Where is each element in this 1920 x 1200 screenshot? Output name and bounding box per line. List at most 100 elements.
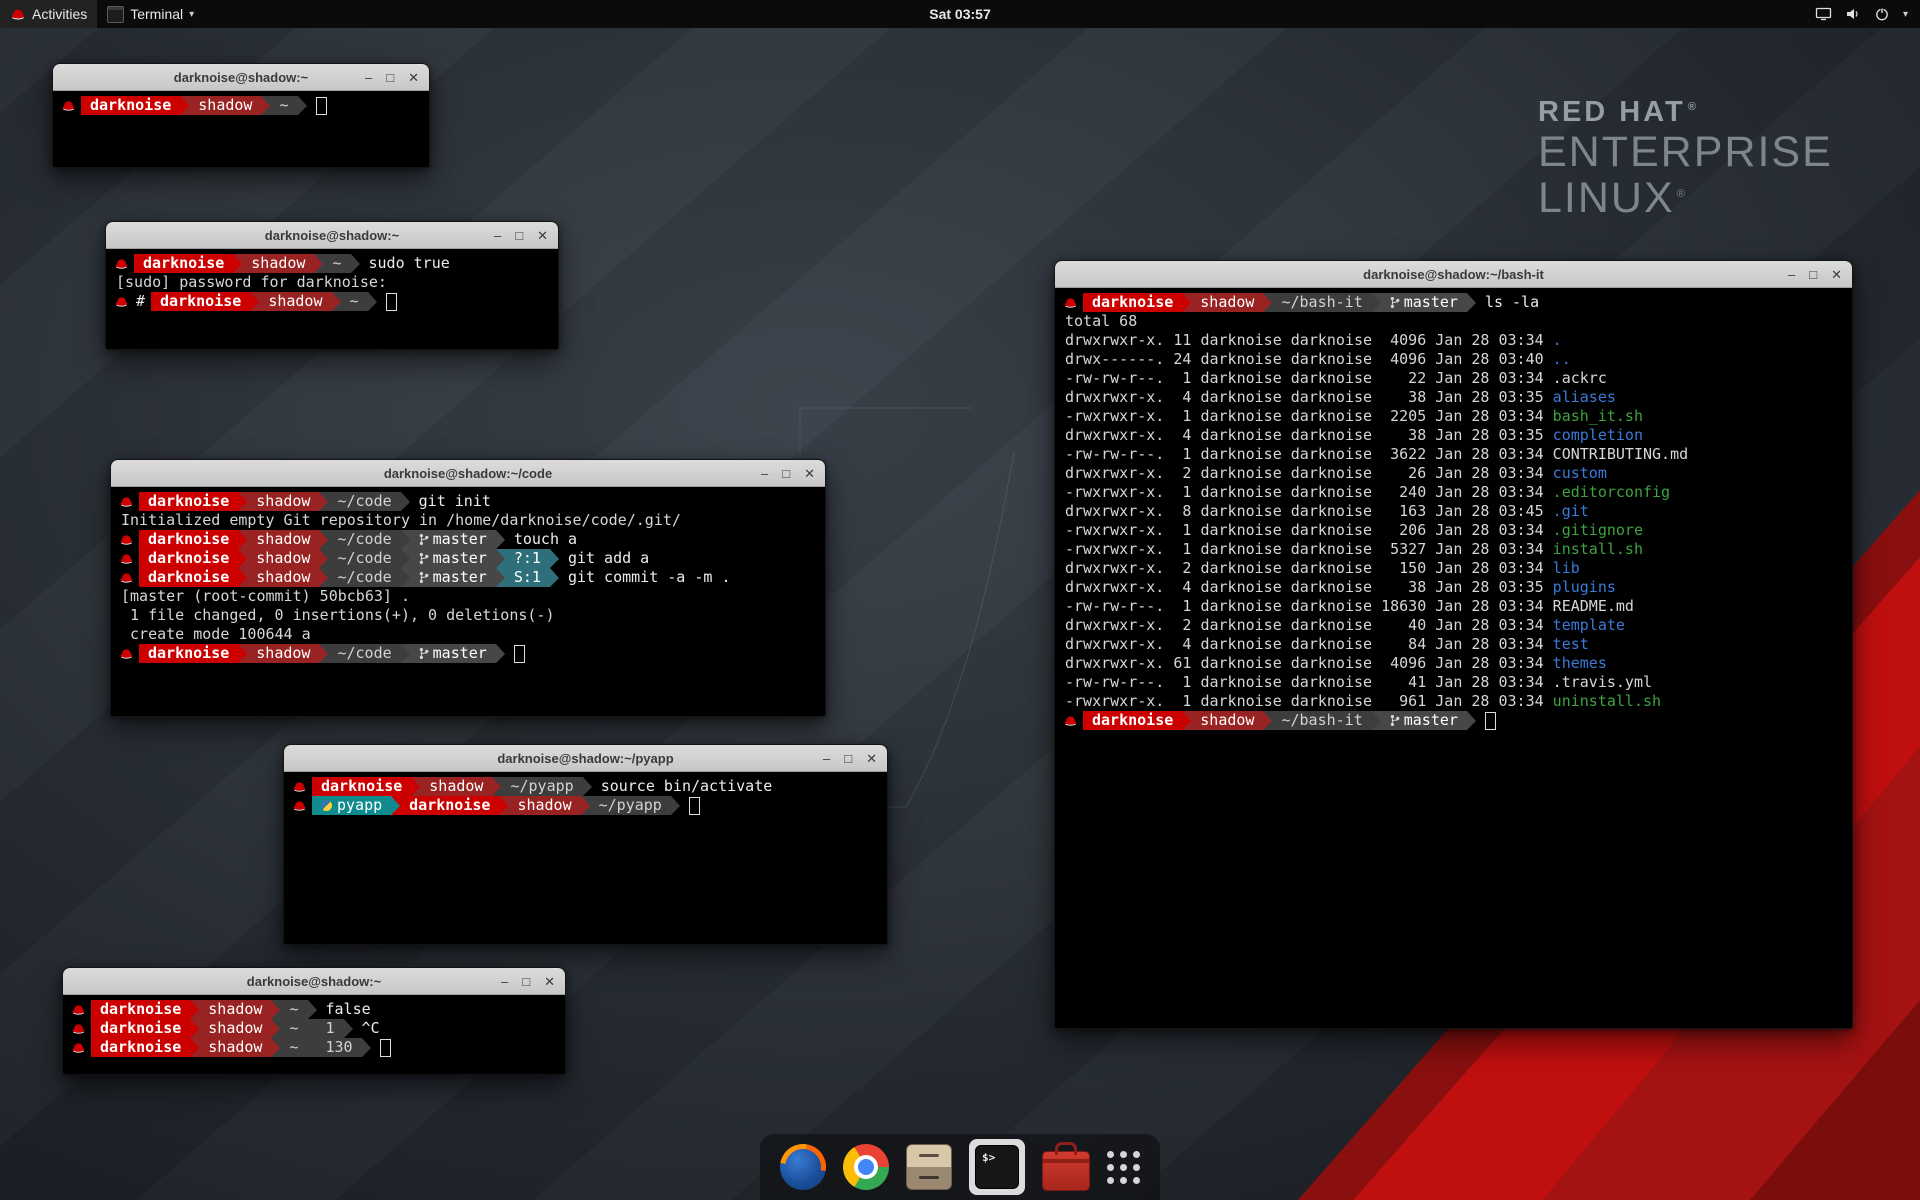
maximize-button[interactable]: □: [522, 975, 530, 988]
command-text: source bin/activate: [601, 777, 773, 796]
file-listing-row: -rwxrwxr-x. 1 darknoise darknoise 961 Ja…: [1062, 692, 1845, 711]
chrome-icon: [843, 1144, 889, 1190]
window-title: darknoise@shadow:~/pyapp: [284, 751, 887, 766]
titlebar[interactable]: darknoise@shadow:~/code –□✕: [111, 460, 825, 487]
terminal-content[interactable]: darknoiseshadow~/pyappsource bin/activat…: [284, 772, 887, 944]
system-menu-caret-icon[interactable]: ▾: [1903, 9, 1908, 20]
terminal-content[interactable]: darknoiseshadow~sudo true[sudo] password…: [106, 249, 558, 349]
redhat-icon: [71, 1022, 86, 1036]
display-icon[interactable]: [1815, 6, 1832, 22]
powerline-arrow: [238, 644, 247, 663]
terminal-window: darknoise@shadow:~/code –□✕ darknoisesha…: [110, 459, 826, 717]
file-name: themes: [1553, 654, 1607, 672]
git-branch-icon: [419, 647, 429, 660]
prompt-segment-path: ~/pyapp: [501, 777, 582, 796]
maximize-button[interactable]: □: [386, 71, 394, 84]
close-button[interactable]: ✕: [804, 467, 815, 480]
file-listing-row: -rw-rw-r--. 1 darknoise darknoise 18630 …: [1062, 597, 1845, 616]
prompt-segment-path: ~: [270, 96, 297, 115]
prompt-segment-user: darknoise: [1083, 711, 1182, 730]
terminal-prompt-line: darknoiseshadow~/codemastertouch a: [118, 530, 818, 549]
prompt-segment-user: darknoise: [134, 254, 233, 273]
prompt-segment-host: shadow: [242, 254, 314, 273]
powerline-arrow: [401, 492, 410, 511]
file-meta: drwxrwxr-x. 2 darknoise darknoise 26 Jan…: [1065, 464, 1553, 482]
registered-mark: ®: [1688, 101, 1699, 113]
terminal-prompt-line: darknoiseshadow~/bash-itmasterls -la: [1062, 293, 1845, 312]
file-listing-row: drwxrwxr-x. 61 darknoise darknoise 4096 …: [1062, 654, 1845, 673]
titlebar[interactable]: darknoise@shadow:~/bash-it –□✕: [1055, 261, 1852, 288]
dock-item-toolbox[interactable]: [1042, 1143, 1090, 1191]
powerline-arrow: [1467, 711, 1476, 730]
terminal-output-line: 1 file changed, 0 insertions(+), 0 delet…: [118, 606, 818, 625]
dock-item-files[interactable]: [906, 1144, 952, 1190]
file-listing-row: -rwxrwxr-x. 1 darknoise darknoise 5327 J…: [1062, 540, 1845, 559]
powerline-arrow: [319, 644, 328, 663]
close-button[interactable]: ✕: [408, 71, 419, 84]
titlebar[interactable]: darknoise@shadow:~ –□✕: [106, 222, 558, 249]
powerline-arrow: [391, 796, 400, 815]
close-button[interactable]: ✕: [866, 752, 877, 765]
activities-label: Activities: [32, 6, 87, 22]
volume-icon[interactable]: [1845, 6, 1861, 22]
clock[interactable]: Sat 03:57: [0, 6, 1920, 22]
file-name: .gitignore: [1553, 521, 1643, 539]
redhat-icon: [119, 647, 134, 661]
close-button[interactable]: ✕: [537, 229, 548, 242]
minimize-button[interactable]: –: [823, 752, 830, 765]
prompt-segment-user: darknoise: [1083, 293, 1182, 312]
redhat-icon: [71, 1003, 86, 1017]
file-name: README.md: [1553, 597, 1634, 615]
terminal-cursor: [1485, 712, 1496, 730]
close-button[interactable]: ✕: [1831, 268, 1842, 281]
git-branch-icon: [1390, 296, 1400, 309]
terminal-content[interactable]: darknoiseshadow~/codegit initInitialized…: [111, 487, 825, 716]
dock-item-show-applications[interactable]: [1107, 1151, 1140, 1184]
titlebar[interactable]: darknoise@shadow:~ –□✕: [63, 968, 565, 995]
powerline-arrow: [401, 644, 410, 663]
redhat-icon: [119, 571, 134, 585]
terminal-content[interactable]: darknoiseshadow~falsedarknoiseshadow~1^C…: [63, 995, 565, 1074]
file-listing-row: drwxrwxr-x. 4 darknoise darknoise 84 Jan…: [1062, 635, 1845, 654]
maximize-button[interactable]: □: [1809, 268, 1817, 281]
prompt-segment-git: master: [410, 568, 496, 587]
command-text: git commit -a -m .: [568, 568, 731, 587]
file-listing-row: -rw-rw-r--. 1 darknoise darknoise 41 Jan…: [1062, 673, 1845, 692]
power-icon[interactable]: [1874, 6, 1890, 22]
powerline-arrow: [671, 796, 680, 815]
minimize-button[interactable]: –: [1788, 268, 1795, 281]
terminal-prompt-line: darknoiseshadow~: [60, 96, 422, 115]
minimize-button[interactable]: –: [761, 467, 768, 480]
file-listing-row: drwxrwxr-x. 4 darknoise darknoise 38 Jan…: [1062, 388, 1845, 407]
minimize-button[interactable]: –: [365, 71, 372, 84]
file-listing-row: -rw-rw-r--. 1 darknoise darknoise 22 Jan…: [1062, 369, 1845, 388]
app-menu-terminal[interactable]: Terminal ▾: [97, 0, 204, 28]
file-listing-row: drwxrwxr-x. 8 darknoise darknoise 163 Ja…: [1062, 502, 1845, 521]
titlebar[interactable]: darknoise@shadow:~/pyapp – □ ✕: [284, 745, 887, 772]
powerline-arrow: [238, 530, 247, 549]
terminal-content[interactable]: darknoiseshadow~/bash-itmasterls -latota…: [1055, 288, 1852, 1028]
prompt-segment-user: darknoise: [139, 530, 238, 549]
activities-button[interactable]: Activities: [0, 0, 97, 28]
close-button[interactable]: ✕: [544, 975, 555, 988]
titlebar[interactable]: darknoise@shadow:~ –□✕: [53, 64, 429, 91]
terminal-content[interactable]: darknoiseshadow~: [53, 91, 429, 167]
minimize-button[interactable]: –: [494, 229, 501, 242]
maximize-button[interactable]: □: [844, 752, 852, 765]
maximize-button[interactable]: □: [782, 467, 790, 480]
powerline-arrow: [401, 568, 410, 587]
maximize-button[interactable]: □: [515, 229, 523, 242]
dock-item-chrome[interactable]: [843, 1144, 889, 1190]
dock-item-terminal[interactable]: $>: [969, 1139, 1025, 1195]
file-name: test: [1553, 635, 1589, 653]
prompt-segment-git: master: [1381, 711, 1467, 730]
minimize-button[interactable]: –: [501, 975, 508, 988]
file-meta: -rw-rw-r--. 1 darknoise darknoise 41 Jan…: [1065, 673, 1553, 691]
prompt-segment-path: ~: [323, 254, 350, 273]
redhat-icon: [1063, 714, 1078, 728]
dock-item-firefox[interactable]: [780, 1144, 826, 1190]
brand-line-enterprise: ENTERPRISE: [1538, 129, 1833, 175]
file-meta: drwxrwxr-x. 4 darknoise darknoise 38 Jan…: [1065, 388, 1553, 406]
prompt-segment-user: darknoise: [91, 1019, 190, 1038]
file-listing-row: drwxrwxr-x. 2 darknoise darknoise 26 Jan…: [1062, 464, 1845, 483]
